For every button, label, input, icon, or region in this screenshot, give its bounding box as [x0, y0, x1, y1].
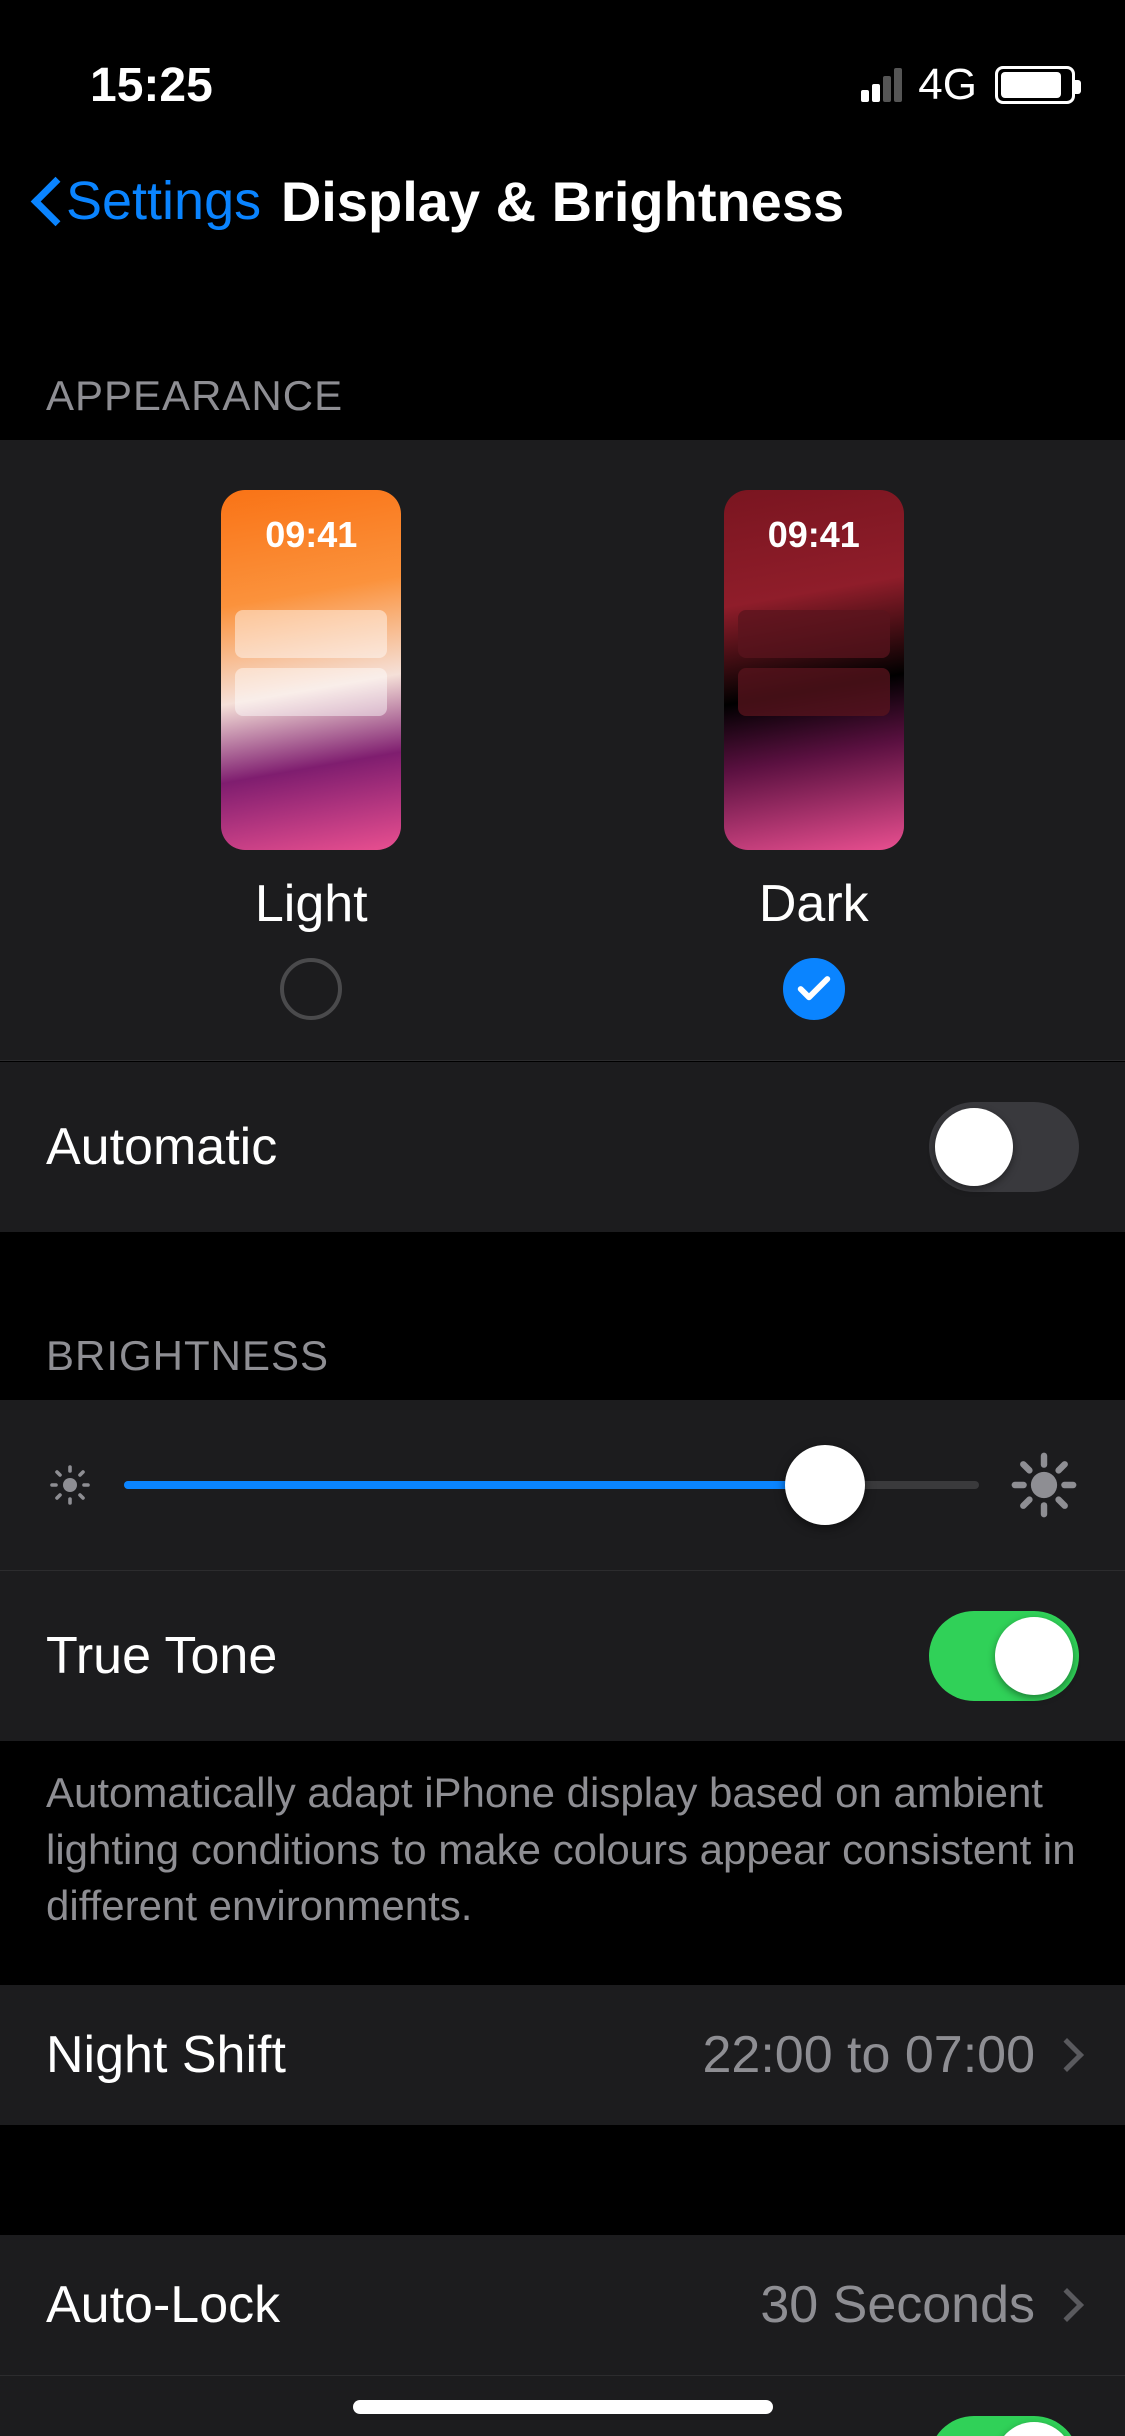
- theme-option-dark[interactable]: 09:41 Dark: [664, 490, 964, 1020]
- brightness-slider[interactable]: [124, 1481, 979, 1489]
- auto-lock-row[interactable]: Auto-Lock 30 Seconds: [0, 2235, 1125, 2375]
- dark-radio[interactable]: [783, 958, 845, 1020]
- preview-time: 09:41: [221, 514, 401, 556]
- battery-fill: [1001, 72, 1061, 98]
- nav-bar: Settings Display & Brightness: [0, 140, 1125, 272]
- automatic-toggle[interactable]: [929, 1102, 1079, 1192]
- light-preview-thumbnail: 09:41: [221, 490, 401, 850]
- status-right: 4G: [861, 60, 1075, 110]
- auto-lock-value: 30 Seconds: [760, 2275, 1079, 2335]
- spacer: [0, 2125, 1125, 2235]
- status-bar: 15:25 4G: [0, 0, 1125, 140]
- preview-widget: [235, 610, 387, 658]
- raise-to-wake-label: Raise to Wake: [46, 2431, 382, 2436]
- preview-widget: [235, 668, 387, 716]
- night-shift-value: 22:00 to 07:00: [702, 2025, 1079, 2085]
- cellular-signal-icon: [861, 68, 902, 102]
- night-shift-label: Night Shift: [46, 2025, 286, 2085]
- sun-small-icon: [46, 1461, 94, 1509]
- network-type: 4G: [918, 60, 977, 110]
- auto-lock-value-text: 30 Seconds: [760, 2275, 1035, 2335]
- night-shift-group: Night Shift 22:00 to 07:00: [0, 1985, 1125, 2125]
- preview-widget: [738, 610, 890, 658]
- night-shift-value-text: 22:00 to 07:00: [702, 2025, 1035, 2085]
- theme-chooser: 09:41 Light 09:41 Dark: [0, 440, 1125, 1061]
- section-header-appearance: APPEARANCE: [0, 272, 1125, 440]
- toggle-knob: [995, 1617, 1073, 1695]
- home-indicator[interactable]: [353, 2400, 773, 2414]
- chevron-right-icon: [1050, 2288, 1084, 2322]
- automatic-label: Automatic: [46, 1117, 277, 1177]
- theme-option-light[interactable]: 09:41 Light: [161, 490, 461, 1020]
- checkmark-icon: [794, 969, 834, 1009]
- automatic-row: Automatic: [0, 1061, 1125, 1232]
- truetone-toggle[interactable]: [929, 1611, 1079, 1701]
- auto-lock-label: Auto-Lock: [46, 2275, 280, 2335]
- section-header-brightness: BRIGHTNESS: [0, 1232, 1125, 1400]
- preview-widget: [738, 668, 890, 716]
- status-time: 15:25: [90, 58, 213, 113]
- truetone-row: True Tone: [0, 1570, 1125, 1741]
- toggle-knob: [935, 1108, 1013, 1186]
- brightness-group: True Tone: [0, 1400, 1125, 1741]
- dark-preview-thumbnail: 09:41: [724, 490, 904, 850]
- theme-label-dark: Dark: [759, 874, 869, 934]
- truetone-footer: Automatically adapt iPhone display based…: [0, 1741, 1125, 1985]
- chevron-right-icon: [1050, 2038, 1084, 2072]
- page-title: Display & Brightness: [0, 169, 1125, 234]
- preview-time: 09:41: [724, 514, 904, 556]
- appearance-group: 09:41 Light 09:41 Dark Aut: [0, 440, 1125, 1232]
- sun-large-icon: [1009, 1450, 1079, 1520]
- brightness-slider-row: [0, 1400, 1125, 1570]
- toggle-knob: [995, 2422, 1073, 2436]
- night-shift-row[interactable]: Night Shift 22:00 to 07:00: [0, 1985, 1125, 2125]
- truetone-label: True Tone: [46, 1626, 277, 1686]
- battery-icon: [995, 66, 1075, 104]
- slider-fill: [124, 1481, 825, 1489]
- theme-label-light: Light: [255, 874, 368, 934]
- slider-thumb[interactable]: [785, 1445, 865, 1525]
- raise-to-wake-toggle[interactable]: [929, 2416, 1079, 2436]
- light-radio[interactable]: [280, 958, 342, 1020]
